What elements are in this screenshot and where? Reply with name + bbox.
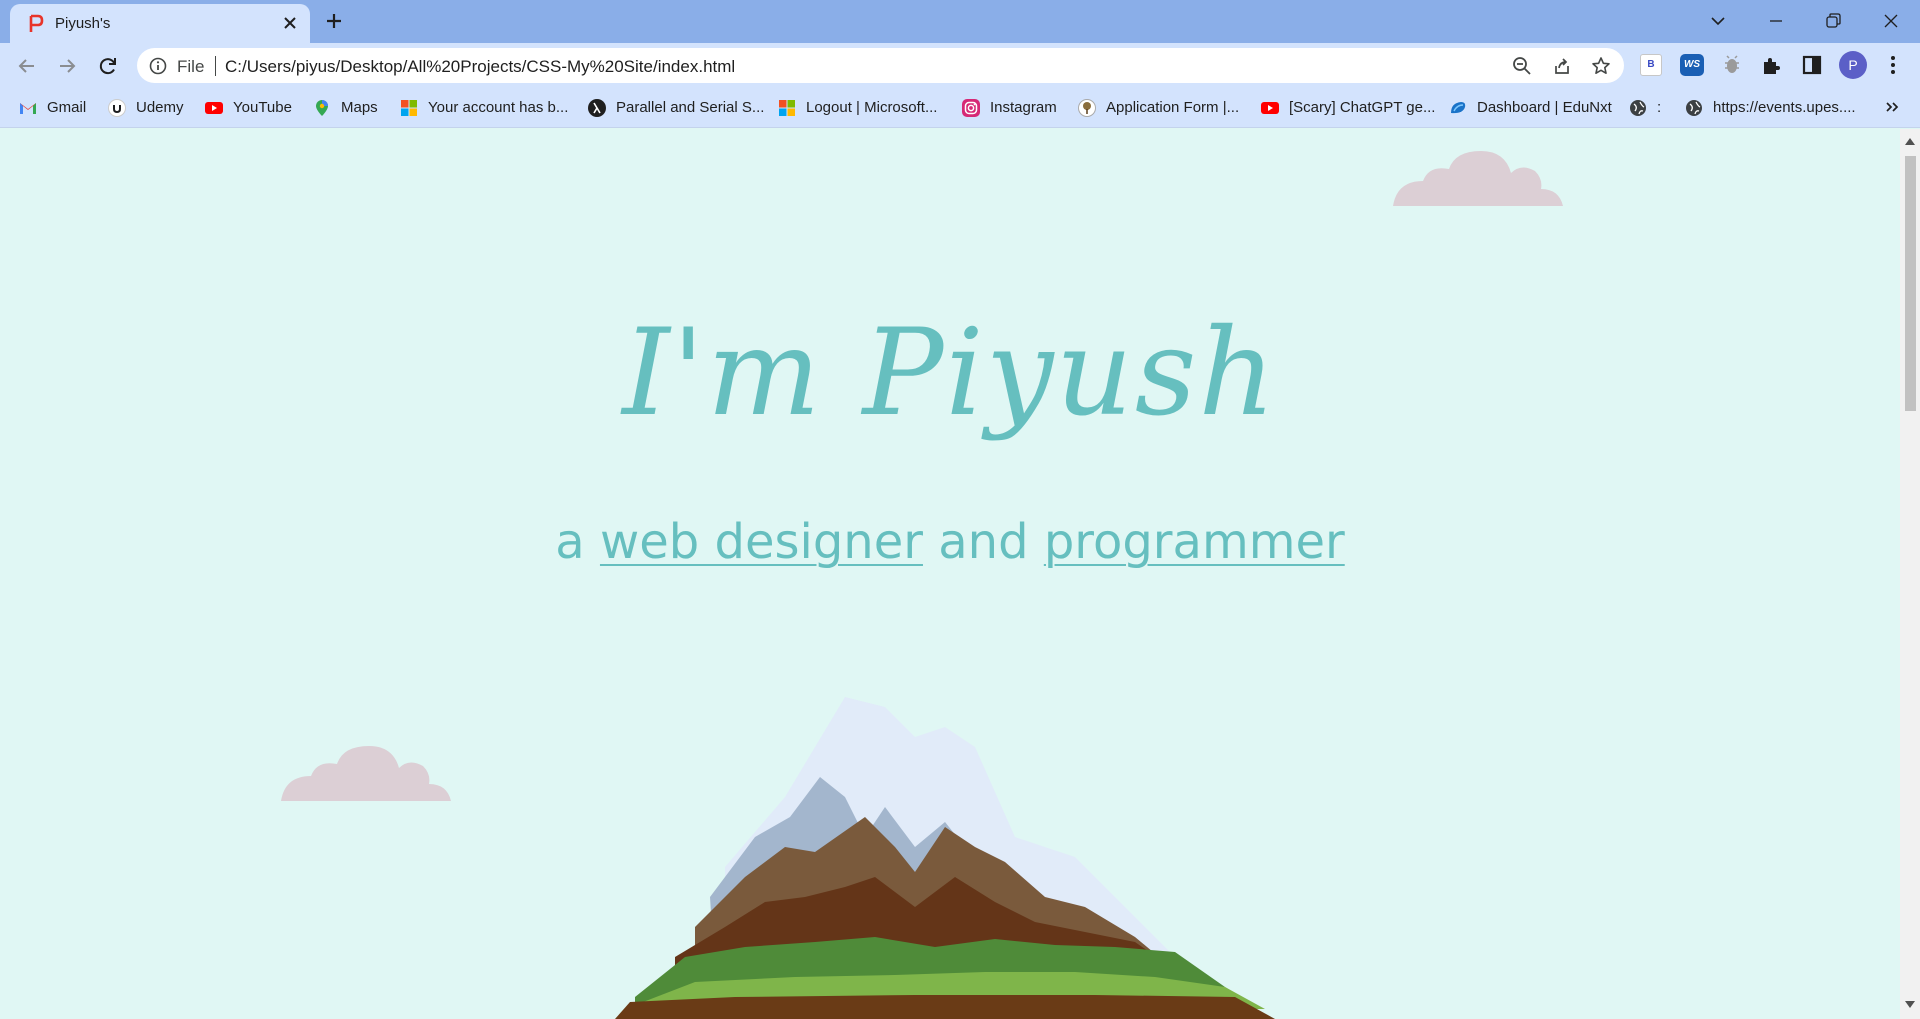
bug-extension-icon[interactable] xyxy=(1720,53,1744,77)
microsoft-icon xyxy=(779,100,795,116)
cloud-top-right-image xyxy=(1393,151,1563,206)
bookmark-star-icon[interactable] xyxy=(1591,56,1611,76)
tab-search-chevron-icon[interactable] xyxy=(1704,7,1732,35)
globe-icon xyxy=(1630,100,1646,116)
extension-b-icon[interactable]: B xyxy=(1640,54,1662,76)
lambda-icon xyxy=(588,99,606,117)
back-arrow-icon[interactable] xyxy=(13,52,41,80)
web-designer-link[interactable]: web designer xyxy=(600,514,923,570)
address-bar[interactable]: File C:/Users/piyus/Desktop/All%20Projec… xyxy=(137,48,1624,83)
edunxt-icon xyxy=(1451,102,1466,114)
vertical-scrollbar[interactable] xyxy=(1900,129,1920,1019)
puzzle-extensions-icon[interactable] xyxy=(1760,53,1784,77)
instagram-icon xyxy=(962,99,980,117)
tab-title: Piyush's xyxy=(55,15,111,32)
forward-arrow-icon[interactable] xyxy=(53,52,81,80)
youtube-icon xyxy=(1261,102,1279,114)
reload-icon[interactable] xyxy=(94,52,122,80)
subtitle-middle: and xyxy=(938,514,1029,570)
window-close-icon[interactable] xyxy=(1877,7,1905,35)
youtube-icon xyxy=(205,102,223,114)
zoom-out-icon[interactable] xyxy=(1512,56,1532,76)
page-viewport: I'm Piyush a web designer and programmer xyxy=(0,129,1900,1019)
hero-title: I'm Piyush xyxy=(622,304,1278,443)
side-panel-icon[interactable] xyxy=(1800,53,1824,77)
minimize-icon[interactable] xyxy=(1762,7,1790,35)
share-icon[interactable] xyxy=(1552,56,1572,76)
udemy-icon xyxy=(108,99,126,117)
mountain-illustration xyxy=(615,697,1275,1019)
programmer-link[interactable]: programmer xyxy=(1044,514,1345,570)
url-text[interactable]: C:/Users/piyus/Desktop/All%20Projects/CS… xyxy=(225,57,735,77)
browser-toolbar: File C:/Users/piyus/Desktop/All%20Projec… xyxy=(0,43,1920,88)
scroll-down-arrow-icon[interactable] xyxy=(1905,1001,1915,1009)
browser-tab-active[interactable]: Piyush's xyxy=(10,4,310,43)
scrollbar-thumb[interactable] xyxy=(1905,156,1916,411)
url-separator xyxy=(215,56,216,76)
double-chevron-right-icon[interactable] xyxy=(1884,99,1900,115)
restore-icon[interactable] xyxy=(1819,7,1847,35)
subtitle-prefix: a xyxy=(555,514,585,570)
info-icon[interactable] xyxy=(149,57,167,75)
maps-pin-icon xyxy=(316,100,328,116)
tree-icon xyxy=(1078,99,1096,117)
profile-avatar[interactable]: P xyxy=(1839,51,1867,79)
url-scheme-label: File xyxy=(177,57,205,76)
extension-ws-icon[interactable]: WS xyxy=(1680,54,1704,76)
bookmarks-bar: Gmail Udemy YouTube Maps Your account ha… xyxy=(0,88,1920,128)
browser-title-bar: Piyush's xyxy=(0,0,1920,43)
globe-icon xyxy=(1686,100,1702,116)
gmail-icon xyxy=(20,103,36,114)
new-tab-icon[interactable] xyxy=(322,9,346,33)
microsoft-icon xyxy=(401,100,417,116)
cloud-left-image xyxy=(281,746,451,801)
hero-subtitle: a web designer and programmer xyxy=(0,514,1900,570)
scroll-up-arrow-icon[interactable] xyxy=(1905,137,1915,145)
p-logo-icon xyxy=(29,14,44,32)
close-icon[interactable] xyxy=(280,13,300,33)
kebab-menu-icon[interactable] xyxy=(1881,53,1905,77)
